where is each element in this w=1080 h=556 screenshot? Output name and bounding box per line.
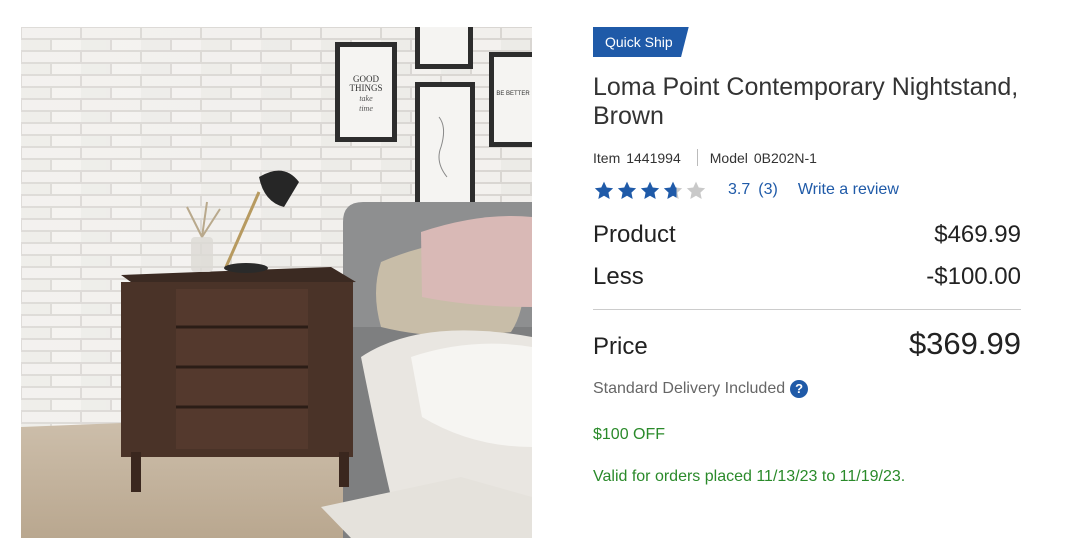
product-photo: GOOD THINGS take time BE BETTER <box>21 27 532 538</box>
product-meta: Item 1441994 Model 0B202N-1 <box>593 149 1021 166</box>
svg-text:time: time <box>359 104 373 113</box>
star-icon <box>686 181 706 199</box>
model-label: Model <box>709 149 748 166</box>
product-label: Product <box>593 221 676 248</box>
discount-row: Less -$100.00 <box>593 263 1021 291</box>
star-icon <box>663 181 683 199</box>
promo-validity: Valid for orders placed 11/13/23 to 11/1… <box>593 468 906 485</box>
star-rating[interactable] <box>593 180 708 200</box>
svg-text:THINGS: THINGS <box>350 83 383 93</box>
delivery-info: Standard Delivery Included ? <box>593 380 1021 398</box>
model-number: 0B202N-1 <box>753 149 817 166</box>
product-price-row: Product $469.99 <box>593 221 1021 249</box>
rating-row: 3.7 (3) Write a review <box>593 180 1021 200</box>
rating-value[interactable]: 3.7 <box>728 181 750 199</box>
question-circle-icon[interactable]: ? <box>790 380 809 398</box>
product-image[interactable]: GOOD THINGS take time BE BETTER <box>21 27 532 538</box>
star-icon <box>640 181 660 199</box>
final-price-row: Price $369.99 <box>593 326 1021 362</box>
item-number: 1441994 <box>626 149 681 166</box>
quick-ship-badge: Quick Ship <box>593 27 689 57</box>
product-amount: $469.99 <box>934 221 1021 248</box>
promo-offer: $100 OFF <box>593 426 666 443</box>
write-review-link[interactable]: Write a review <box>798 181 899 199</box>
less-amount: -$100.00 <box>926 263 1021 290</box>
star-icon <box>594 181 614 199</box>
item-label: Item <box>593 149 621 166</box>
price-amount: $369.99 <box>908 326 1021 361</box>
product-info-panel: Quick Ship Loma Point Contemporary Night… <box>593 27 1021 486</box>
price-divider <box>593 309 1021 310</box>
svg-text:BE BETTER: BE BETTER <box>496 91 530 97</box>
svg-text:take: take <box>359 94 373 103</box>
price-label: Price <box>593 333 648 360</box>
less-label: Less <box>593 263 644 290</box>
product-title: Loma Point Contemporary Nightstand, Brow… <box>593 73 1019 130</box>
review-count[interactable]: (3) <box>758 181 778 199</box>
meta-divider <box>696 149 698 166</box>
star-icon <box>617 181 637 199</box>
delivery-text: Standard Delivery Included <box>593 380 786 397</box>
